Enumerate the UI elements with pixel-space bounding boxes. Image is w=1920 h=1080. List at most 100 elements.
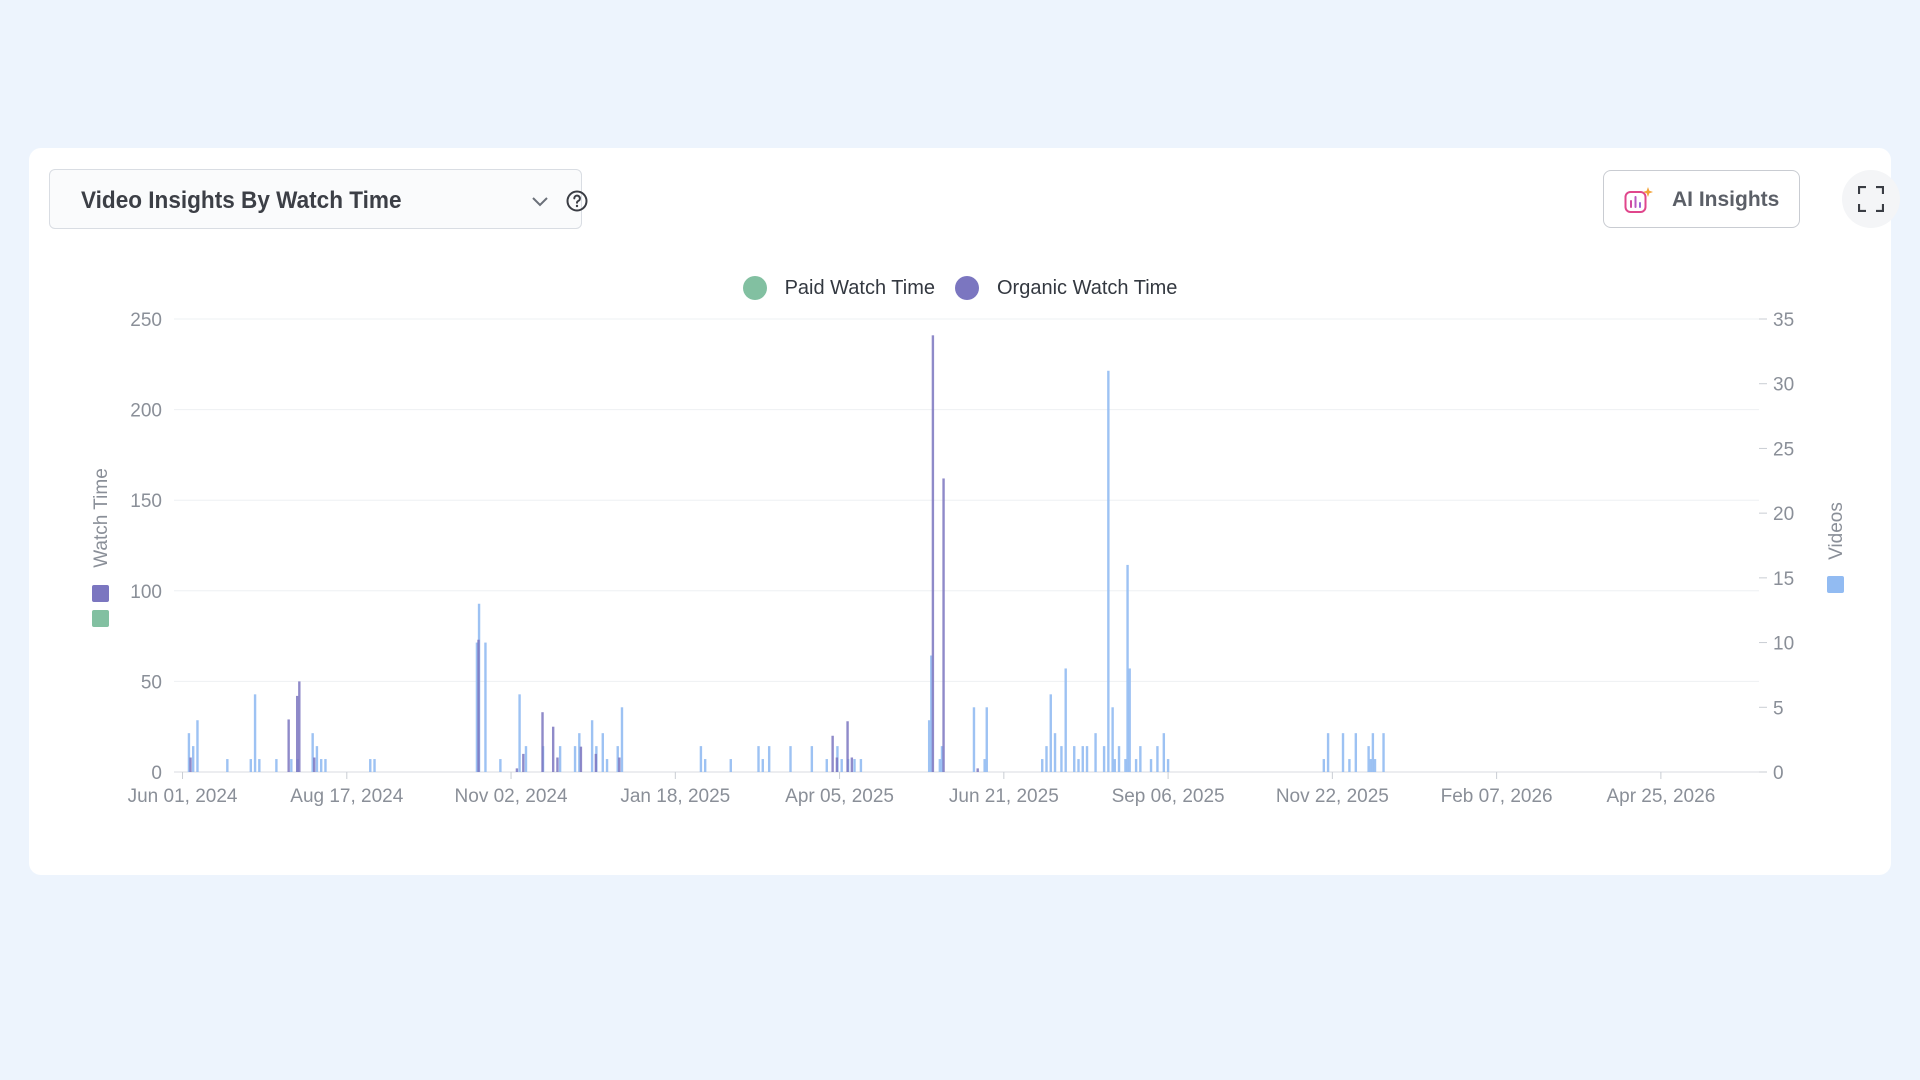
y-left-tick-label: 200 — [130, 401, 162, 422]
bar-videos — [1367, 746, 1370, 772]
bar-videos — [1073, 746, 1076, 772]
bar-videos — [620, 707, 624, 772]
y-right-tick-label: 10 — [1773, 634, 1794, 655]
bar-videos — [196, 720, 199, 772]
bar-videos — [927, 720, 931, 772]
bar-watch-time — [295, 695, 299, 772]
bar-watch-time — [579, 746, 583, 772]
bar-videos — [499, 759, 502, 772]
bar-videos — [789, 746, 792, 772]
bar-videos — [983, 759, 986, 772]
bar-videos — [1382, 733, 1385, 772]
x-tick-label: Jan 18, 2025 — [620, 786, 730, 807]
bar-watch-time — [551, 726, 555, 772]
bar-videos — [1107, 370, 1110, 772]
bar-videos — [1322, 759, 1326, 772]
bar-watch-time — [515, 768, 519, 772]
y-right-tick-label: 0 — [1773, 763, 1784, 784]
bar-videos — [1094, 733, 1097, 772]
bar-watch-time — [850, 757, 854, 772]
bar-videos — [373, 759, 376, 772]
y-right-tick-label: 30 — [1773, 375, 1794, 396]
bar-videos — [518, 694, 521, 772]
bar-videos — [590, 720, 594, 772]
y-left-axis-title: Watch Time — [91, 468, 112, 568]
bar-videos — [226, 759, 229, 772]
bar-videos — [703, 759, 707, 772]
bar-videos — [1354, 733, 1358, 772]
bar-videos — [1041, 759, 1044, 772]
x-tick-label: Nov 22, 2025 — [1276, 786, 1389, 807]
bar-videos — [757, 746, 760, 772]
y-left-tick-label: 100 — [130, 582, 162, 603]
bar-videos — [1156, 746, 1159, 772]
bar-videos — [605, 759, 609, 772]
y-right-tick-label: 5 — [1773, 698, 1784, 719]
bar-videos — [1341, 733, 1345, 772]
bar-videos — [985, 707, 988, 772]
bar-videos — [699, 746, 703, 772]
bar-videos — [938, 759, 942, 772]
bar-videos — [369, 759, 372, 772]
bar-watch-time — [835, 757, 839, 772]
bar-videos — [249, 759, 252, 772]
chart-card: Video Insights By Watch Time AI Insights… — [29, 148, 1900, 875]
bar-videos — [324, 759, 327, 772]
bar-videos — [1139, 746, 1142, 772]
x-tick-label: Aug 17, 2024 — [290, 786, 403, 807]
bar-videos — [1373, 759, 1377, 772]
bar-videos — [1371, 733, 1375, 772]
x-tick-label: Apr 25, 2026 — [1606, 786, 1715, 807]
bar-watch-time — [298, 681, 301, 772]
bar-videos — [859, 759, 863, 772]
y-right-tick-label: 20 — [1773, 504, 1794, 525]
bar-watch-time — [287, 719, 290, 772]
bar-videos — [1102, 746, 1106, 772]
bar-videos — [729, 759, 732, 772]
bar-videos — [319, 759, 323, 772]
bar-watch-time — [618, 757, 621, 772]
bar-videos — [1117, 746, 1121, 772]
bar-videos — [1081, 746, 1084, 772]
bar-videos — [290, 759, 293, 772]
y-right-axis-title: Videos — [1826, 502, 1847, 560]
y-left-tick-label: 250 — [130, 310, 162, 331]
bar-videos — [1348, 759, 1351, 772]
bar-videos — [1085, 746, 1089, 772]
y-left-tick-label: 50 — [141, 672, 162, 693]
bar-videos — [1134, 759, 1138, 772]
bar-watch-time — [556, 757, 559, 772]
bar-videos — [1077, 759, 1080, 772]
bar-videos — [573, 746, 577, 772]
y-left-tick-label: 150 — [130, 491, 162, 512]
bar-videos — [1111, 707, 1114, 772]
bar-videos — [1060, 746, 1063, 772]
bar-watch-time — [541, 712, 544, 772]
bar-videos — [1049, 694, 1052, 772]
x-tick-label: Apr 05, 2025 — [785, 786, 894, 807]
bar-videos — [767, 746, 771, 772]
bar-videos — [1369, 759, 1372, 772]
x-tick-label: Sep 06, 2025 — [1112, 786, 1225, 807]
bar-videos — [1128, 668, 1131, 772]
bar-watch-time — [931, 335, 935, 772]
bar-watch-time — [189, 757, 192, 772]
bar-videos — [840, 759, 843, 772]
y-left-swatch-paid — [92, 610, 109, 627]
y-right-tick-label: 35 — [1773, 310, 1794, 331]
bar-videos — [275, 759, 278, 772]
bar-videos — [761, 759, 764, 772]
bar-videos — [1053, 733, 1057, 772]
bar-watch-time — [594, 753, 598, 772]
bar-videos — [253, 694, 257, 772]
bar-watch-time — [522, 753, 525, 772]
bar-videos — [1113, 759, 1116, 772]
bar-videos — [1149, 759, 1153, 772]
bar-videos — [853, 759, 856, 772]
bar-watch-time — [831, 735, 834, 772]
bar-videos — [1124, 759, 1127, 772]
bar-videos — [601, 733, 604, 772]
bar-videos — [1326, 733, 1330, 772]
x-tick-label: Jun 01, 2024 — [128, 786, 238, 807]
bar-watch-time — [477, 639, 480, 772]
